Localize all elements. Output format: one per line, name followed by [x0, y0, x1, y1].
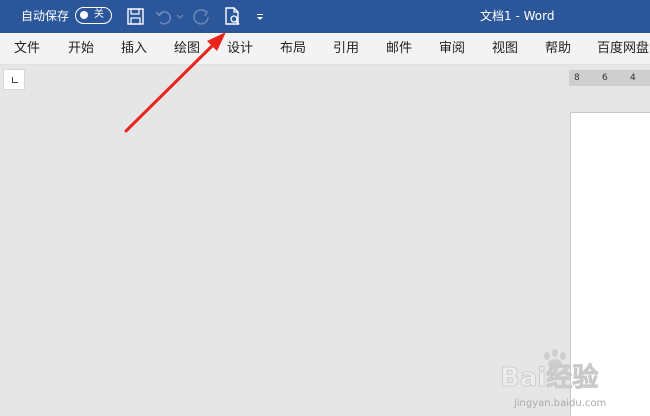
- watermark-url: jingyan.baidu.com: [513, 398, 606, 409]
- watermark-text: Bai经验: [500, 362, 598, 393]
- baidu-jingyan-watermark: Bai经验 jingyan.baidu.com: [500, 349, 606, 409]
